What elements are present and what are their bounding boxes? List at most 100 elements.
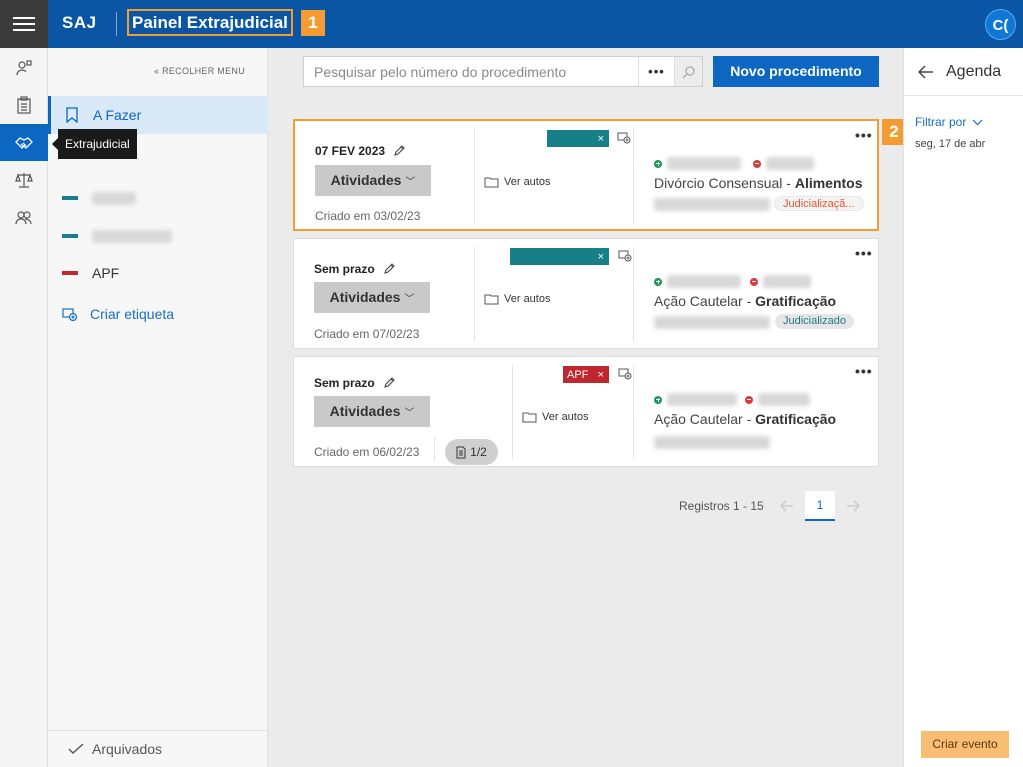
view-records-label: Ver autos [504,176,551,188]
search-button[interactable] [674,57,702,86]
pages-counter[interactable]: 1/2 [445,439,498,465]
divider [633,365,634,459]
records-count: Registros 1 - 15 [679,499,764,513]
chevron-down-icon: ﹀ [404,408,415,419]
tag-color-bar [62,234,78,238]
sidebar-item-tag-2[interactable] [48,217,268,255]
activities-label: Atividades [330,172,402,188]
sidebar-item-apf[interactable]: APF [48,254,268,292]
folder-icon [484,294,499,305]
plus-icon [654,277,662,286]
check-icon [68,743,84,754]
brand-logo[interactable]: SAJ [62,13,97,33]
activities-label: Atividades [329,289,401,305]
more-options-button[interactable]: ••• [855,245,873,261]
divider [434,437,435,461]
deadline: Sem prazo [314,376,395,390]
created-date: Criado em 07/02/23 [314,327,420,341]
activities-dropdown[interactable]: Atividades ﹀ [314,282,430,313]
activities-label: Atividades [329,403,401,419]
more-options-button[interactable]: ••• [855,127,873,143]
archived-button[interactable]: Arquivados [48,730,268,767]
hamburger-menu-button[interactable] [0,0,48,48]
deadline: Sem prazo [314,262,395,276]
hamburger-line [13,23,35,25]
close-icon[interactable]: × [598,369,604,381]
scales-icon [15,172,33,188]
tag-chip-apf[interactable]: APF × [563,366,609,383]
blurred-party-name [667,157,741,170]
folder-icon [522,412,537,423]
arrow-left-icon[interactable] [918,65,934,79]
procedure-title: Divórcio Consensual - Alimentos [654,175,863,191]
view-records-label: Ver autos [504,293,551,305]
rail-item-extrajudicial[interactable] [0,124,48,161]
clipboard-icon [17,95,31,114]
prev-page-button[interactable] [772,491,802,521]
more-options-button[interactable]: ••• [855,363,873,379]
blurred-party-name [667,393,737,406]
chevron-down-icon: ﹀ [405,177,416,188]
minus-icon [750,277,758,286]
procedure-card[interactable]: Sem prazo Atividades ﹀ Criado em 07/02/2… [293,238,879,349]
procedure-subject: Gratificação [755,411,837,427]
tag-add-icon [62,308,78,321]
sidebar-item-tag-1[interactable] [48,179,268,217]
rail-item-people[interactable] [0,199,48,236]
party-passive [745,393,810,406]
archived-label: Arquivados [92,741,163,757]
close-icon[interactable]: × [598,251,604,263]
party-passive [753,157,814,170]
new-procedure-button[interactable]: Novo procedimento [713,56,879,87]
folder-icon [484,177,499,188]
icon-rail [0,48,48,767]
collapse-menu-button[interactable]: « RECOLHER MENU [154,66,245,76]
document-icon [456,446,466,458]
chevron-down-icon [972,119,983,125]
activities-dropdown[interactable]: Atividades ﹀ [314,396,430,427]
pencil-icon[interactable] [383,263,395,275]
filter-dropdown[interactable]: Filtrar por [915,115,983,129]
view-records-link[interactable]: Ver autos [484,176,550,188]
hamburger-line [13,17,35,19]
divider [474,129,475,223]
add-tag-icon[interactable] [618,368,632,380]
pencil-icon[interactable] [393,145,405,157]
blurred-tag-label [92,229,172,243]
view-records-link[interactable]: Ver autos [484,293,550,305]
activities-dropdown[interactable]: Atividades ﹀ [315,165,431,196]
top-bar: SAJ Painel Extrajudicial 1 C( [0,0,1023,48]
create-event-button[interactable]: Criar evento [921,731,1009,758]
close-icon[interactable]: × [598,133,604,145]
divider [512,365,513,459]
collapse-menu-label: RECOLHER MENU [162,66,245,76]
chevron-down-icon: ﹀ [404,294,415,305]
blurred-party-name [758,393,810,406]
user-avatar[interactable]: C( [985,9,1016,40]
pencil-icon[interactable] [383,377,395,389]
tag-color-bar [62,196,78,200]
hamburger-line [13,29,35,31]
search-options-button[interactable]: ••• [638,57,674,86]
procedure-card[interactable]: Sem prazo Atividades ﹀ Criado em 06/02/2… [293,356,879,467]
tag-chip-label: APF [567,368,589,381]
procedure-card[interactable]: 07 FEV 2023 Atividades ﹀ Criado em 03/02… [293,119,879,231]
procedure-title: Ação Cautelar - Gratificação [654,293,836,309]
procedure-title: Ação Cautelar - Gratificação [654,411,836,427]
tag-chip[interactable]: × [510,248,609,265]
add-tag-icon[interactable] [617,132,631,144]
page-button-current[interactable]: 1 [805,491,835,521]
app-title: Painel Extrajudicial [127,9,293,36]
search-input[interactable] [304,57,638,86]
rail-item-tasks[interactable] [0,86,48,123]
rail-item-judicial[interactable] [0,161,48,198]
view-records-link[interactable]: Ver autos [522,411,588,423]
agenda-title: Agenda [946,62,1002,80]
next-page-button[interactable] [838,491,868,521]
people-icon [15,210,32,224]
add-tag-icon[interactable] [618,250,632,262]
create-tag-button[interactable]: Criar etiqueta [62,306,174,322]
party-active [654,157,741,170]
rail-item-persons[interactable] [0,49,48,86]
tag-chip[interactable]: × [547,130,609,147]
